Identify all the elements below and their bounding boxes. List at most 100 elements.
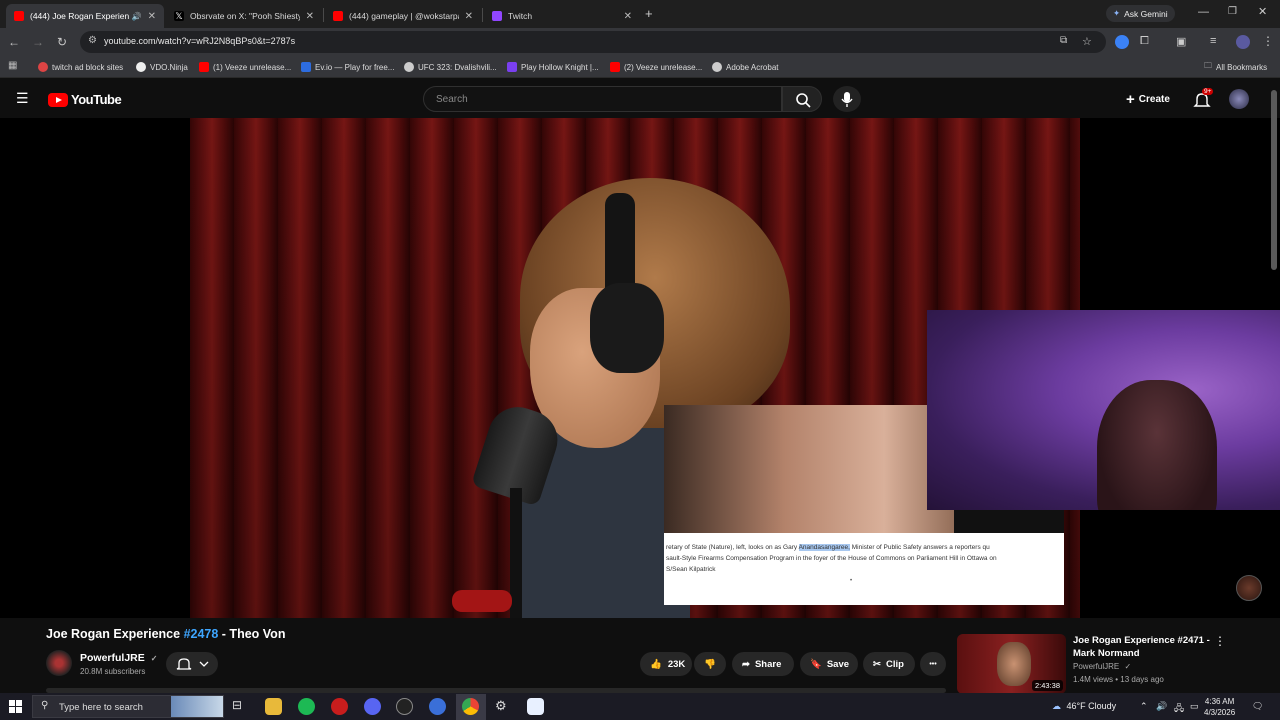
youtube-play-icon (48, 92, 68, 107)
subscribed-bell-button[interactable] (166, 652, 218, 676)
recommended-video-title[interactable]: Joe Rogan Experience #2471 - Mark Norman… (1073, 634, 1213, 660)
tab-gameplay[interactable]: (444) gameplay | @wokstarpaj ✕ (325, 4, 481, 28)
close-tab-icon[interactable]: ✕ (306, 11, 314, 22)
close-tab-icon[interactable]: ✕ (624, 11, 632, 22)
extensions-puzzle-icon[interactable]: ⧠ (1140, 35, 1149, 48)
windows-start-icon[interactable] (9, 700, 23, 719)
close-window-icon[interactable]: ✕ (1258, 5, 1267, 18)
thumbs-up-icon: 👍 (650, 658, 662, 670)
task-view-icon[interactable]: ⊟ (232, 698, 249, 715)
browser-tab-strip: (444) Joe Rogan Experienc 🔊 ✕ 𝕏 Obsrvate… (0, 0, 1280, 28)
voice-search-button[interactable] (833, 86, 861, 112)
more-actions-button[interactable]: ••• (920, 652, 946, 676)
bookmark-item[interactable]: (2) Veeze unrelease... (610, 60, 702, 74)
account-avatar[interactable] (1229, 89, 1249, 109)
ccleaner-icon[interactable] (429, 698, 446, 715)
forward-arrow-icon[interactable]: → (30, 34, 46, 50)
video-title: Joe Rogan Experience #2478 - Theo Von (46, 627, 286, 641)
search-button[interactable] (782, 86, 822, 112)
notifications-button[interactable]: 9+ (1192, 88, 1214, 110)
address-bar[interactable]: ⚙ youtube.com/watch?v=wRJ2N8qBPs0&t=2787… (80, 31, 1106, 53)
minimize-icon[interactable]: — (1198, 6, 1209, 18)
spotify-icon[interactable] (298, 698, 315, 715)
share-button[interactable]: ➦ Share (732, 652, 794, 676)
profile-avatar-icon[interactable] (1236, 35, 1250, 49)
episode-hashtag-link[interactable]: #2478 (184, 627, 219, 641)
bell-chevron-icon (176, 658, 209, 670)
bookmark-favicon-icon (199, 62, 209, 72)
recommended-channel-name[interactable]: PowerfulJRE ✓ (1073, 662, 1131, 671)
search-icon (796, 93, 811, 108)
apps-grid-icon[interactable]: ▦ (8, 60, 17, 71)
bookmark-item[interactable]: VDO.Ninja (136, 60, 188, 74)
site-info-icon[interactable]: ⚙ (88, 35, 97, 46)
obs-icon[interactable] (396, 698, 413, 715)
youtube-favicon-icon (14, 11, 24, 21)
verified-icon: ✓ (150, 654, 158, 663)
reload-icon[interactable]: ↻ (54, 34, 70, 50)
tab-title: Obsrvate on X: "Pooh Shiesty n (190, 11, 300, 21)
settings-gear-icon[interactable]: ⚙ (495, 698, 512, 715)
hamburger-menu-icon[interactable]: ☰ (16, 91, 31, 105)
chrome-icon[interactable] (462, 698, 479, 715)
split-view-icon[interactable]: ▣ (1176, 35, 1186, 48)
bookmarks-bar: ▦ twitch ad block sites VDO.Ninja (1) Ve… (0, 56, 1280, 78)
bookmark-item[interactable]: (1) Veeze unrelease... (199, 60, 291, 74)
search-input[interactable]: Search (423, 86, 782, 112)
app-blue-icon[interactable] (527, 698, 544, 715)
bookmark-favicon-icon (301, 62, 311, 72)
news-caption: retary of State (Nature), left, looks on… (666, 544, 997, 573)
bookmark-item[interactable]: Play Hollow Knight |... (507, 60, 599, 74)
like-button[interactable]: 👍 23K (640, 652, 692, 676)
recommended-menu-icon[interactable]: ⋮ (1214, 634, 1226, 648)
close-tab-icon[interactable]: ✕ (148, 11, 156, 22)
tab-twitch[interactable]: Twitch ✕ (484, 4, 640, 28)
system-clock[interactable]: 4:36 AM 4/3/2026 (1204, 696, 1235, 718)
cast-icon[interactable]: ⧉ (1060, 35, 1067, 46)
dislike-button[interactable]: 👎 (694, 652, 726, 676)
network-icon[interactable]: 🖧 (1174, 701, 1184, 717)
bookmark-favicon-icon (507, 62, 517, 72)
extension-icon[interactable] (1115, 35, 1129, 49)
channel-watermark[interactable] (1236, 575, 1262, 601)
bookmark-star-icon[interactable]: ☆ (1082, 35, 1092, 48)
volume-icon[interactable]: 🔊 (1156, 701, 1167, 712)
media-controls-icon[interactable]: ≡ (1210, 35, 1216, 47)
create-button[interactable]: + Create (1126, 91, 1170, 108)
bookmark-item[interactable]: twitch ad block sites (38, 60, 123, 74)
channel-avatar[interactable] (46, 650, 72, 676)
tab-joe-rogan[interactable]: (444) Joe Rogan Experienc 🔊 ✕ (6, 4, 164, 28)
tab-separator (323, 8, 324, 22)
taskbar-search-input[interactable]: ⚲ Type here to search (32, 695, 224, 718)
new-tab-button[interactable]: + (645, 6, 653, 21)
tab-obsrvate[interactable]: 𝕏 Obsrvate on X: "Pooh Shiesty n ✕ (166, 4, 322, 28)
display-icon[interactable]: ▭ (1190, 701, 1199, 712)
ask-gemini-button[interactable]: ✦ Ask Gemini (1106, 5, 1175, 22)
channel-name[interactable]: PowerfulJRE ✓ (80, 652, 157, 664)
recommended-video-thumbnail[interactable]: 2:43:38 (957, 634, 1066, 694)
tray-chevron-icon[interactable]: ⌃ (1140, 701, 1148, 712)
bookmark-item[interactable]: Adobe Acrobat (712, 60, 778, 74)
share-arrow-icon: ➦ (742, 658, 750, 670)
restore-icon[interactable]: ❐ (1228, 6, 1237, 17)
bookmark-favicon-icon (38, 62, 48, 72)
notifications-center-icon[interactable]: 🗨 (1252, 701, 1263, 712)
bookmark-item[interactable]: UFC 323: Dvalishvili... (404, 60, 497, 74)
save-button[interactable]: 🔖 Save (800, 652, 858, 676)
youtube-logo[interactable]: YouTube (48, 92, 122, 107)
bookmark-favicon-icon (404, 62, 414, 72)
all-bookmarks-button[interactable]: 🗀 All Bookmarks (1204, 60, 1267, 74)
close-tab-icon[interactable]: ✕ (465, 11, 473, 22)
subscriber-count: 20.8M subscribers (80, 667, 146, 676)
discord-icon[interactable] (364, 698, 381, 715)
menu-kebab-icon[interactable]: ⋮ (1262, 34, 1274, 48)
app-red-icon[interactable] (331, 698, 348, 715)
speaker-icon[interactable]: 🔊 (132, 12, 142, 21)
back-arrow-icon[interactable]: ← (6, 34, 22, 50)
page-scrollbar[interactable] (1271, 90, 1277, 270)
tab-title: Twitch (508, 11, 533, 21)
bookmark-item[interactable]: Ev.io — Play for free... (301, 60, 394, 74)
weather-widget[interactable]: ☁ 46°F Cloudy (1052, 701, 1116, 712)
clip-button[interactable]: ✂ Clip (863, 652, 915, 676)
file-explorer-icon[interactable] (265, 698, 282, 715)
